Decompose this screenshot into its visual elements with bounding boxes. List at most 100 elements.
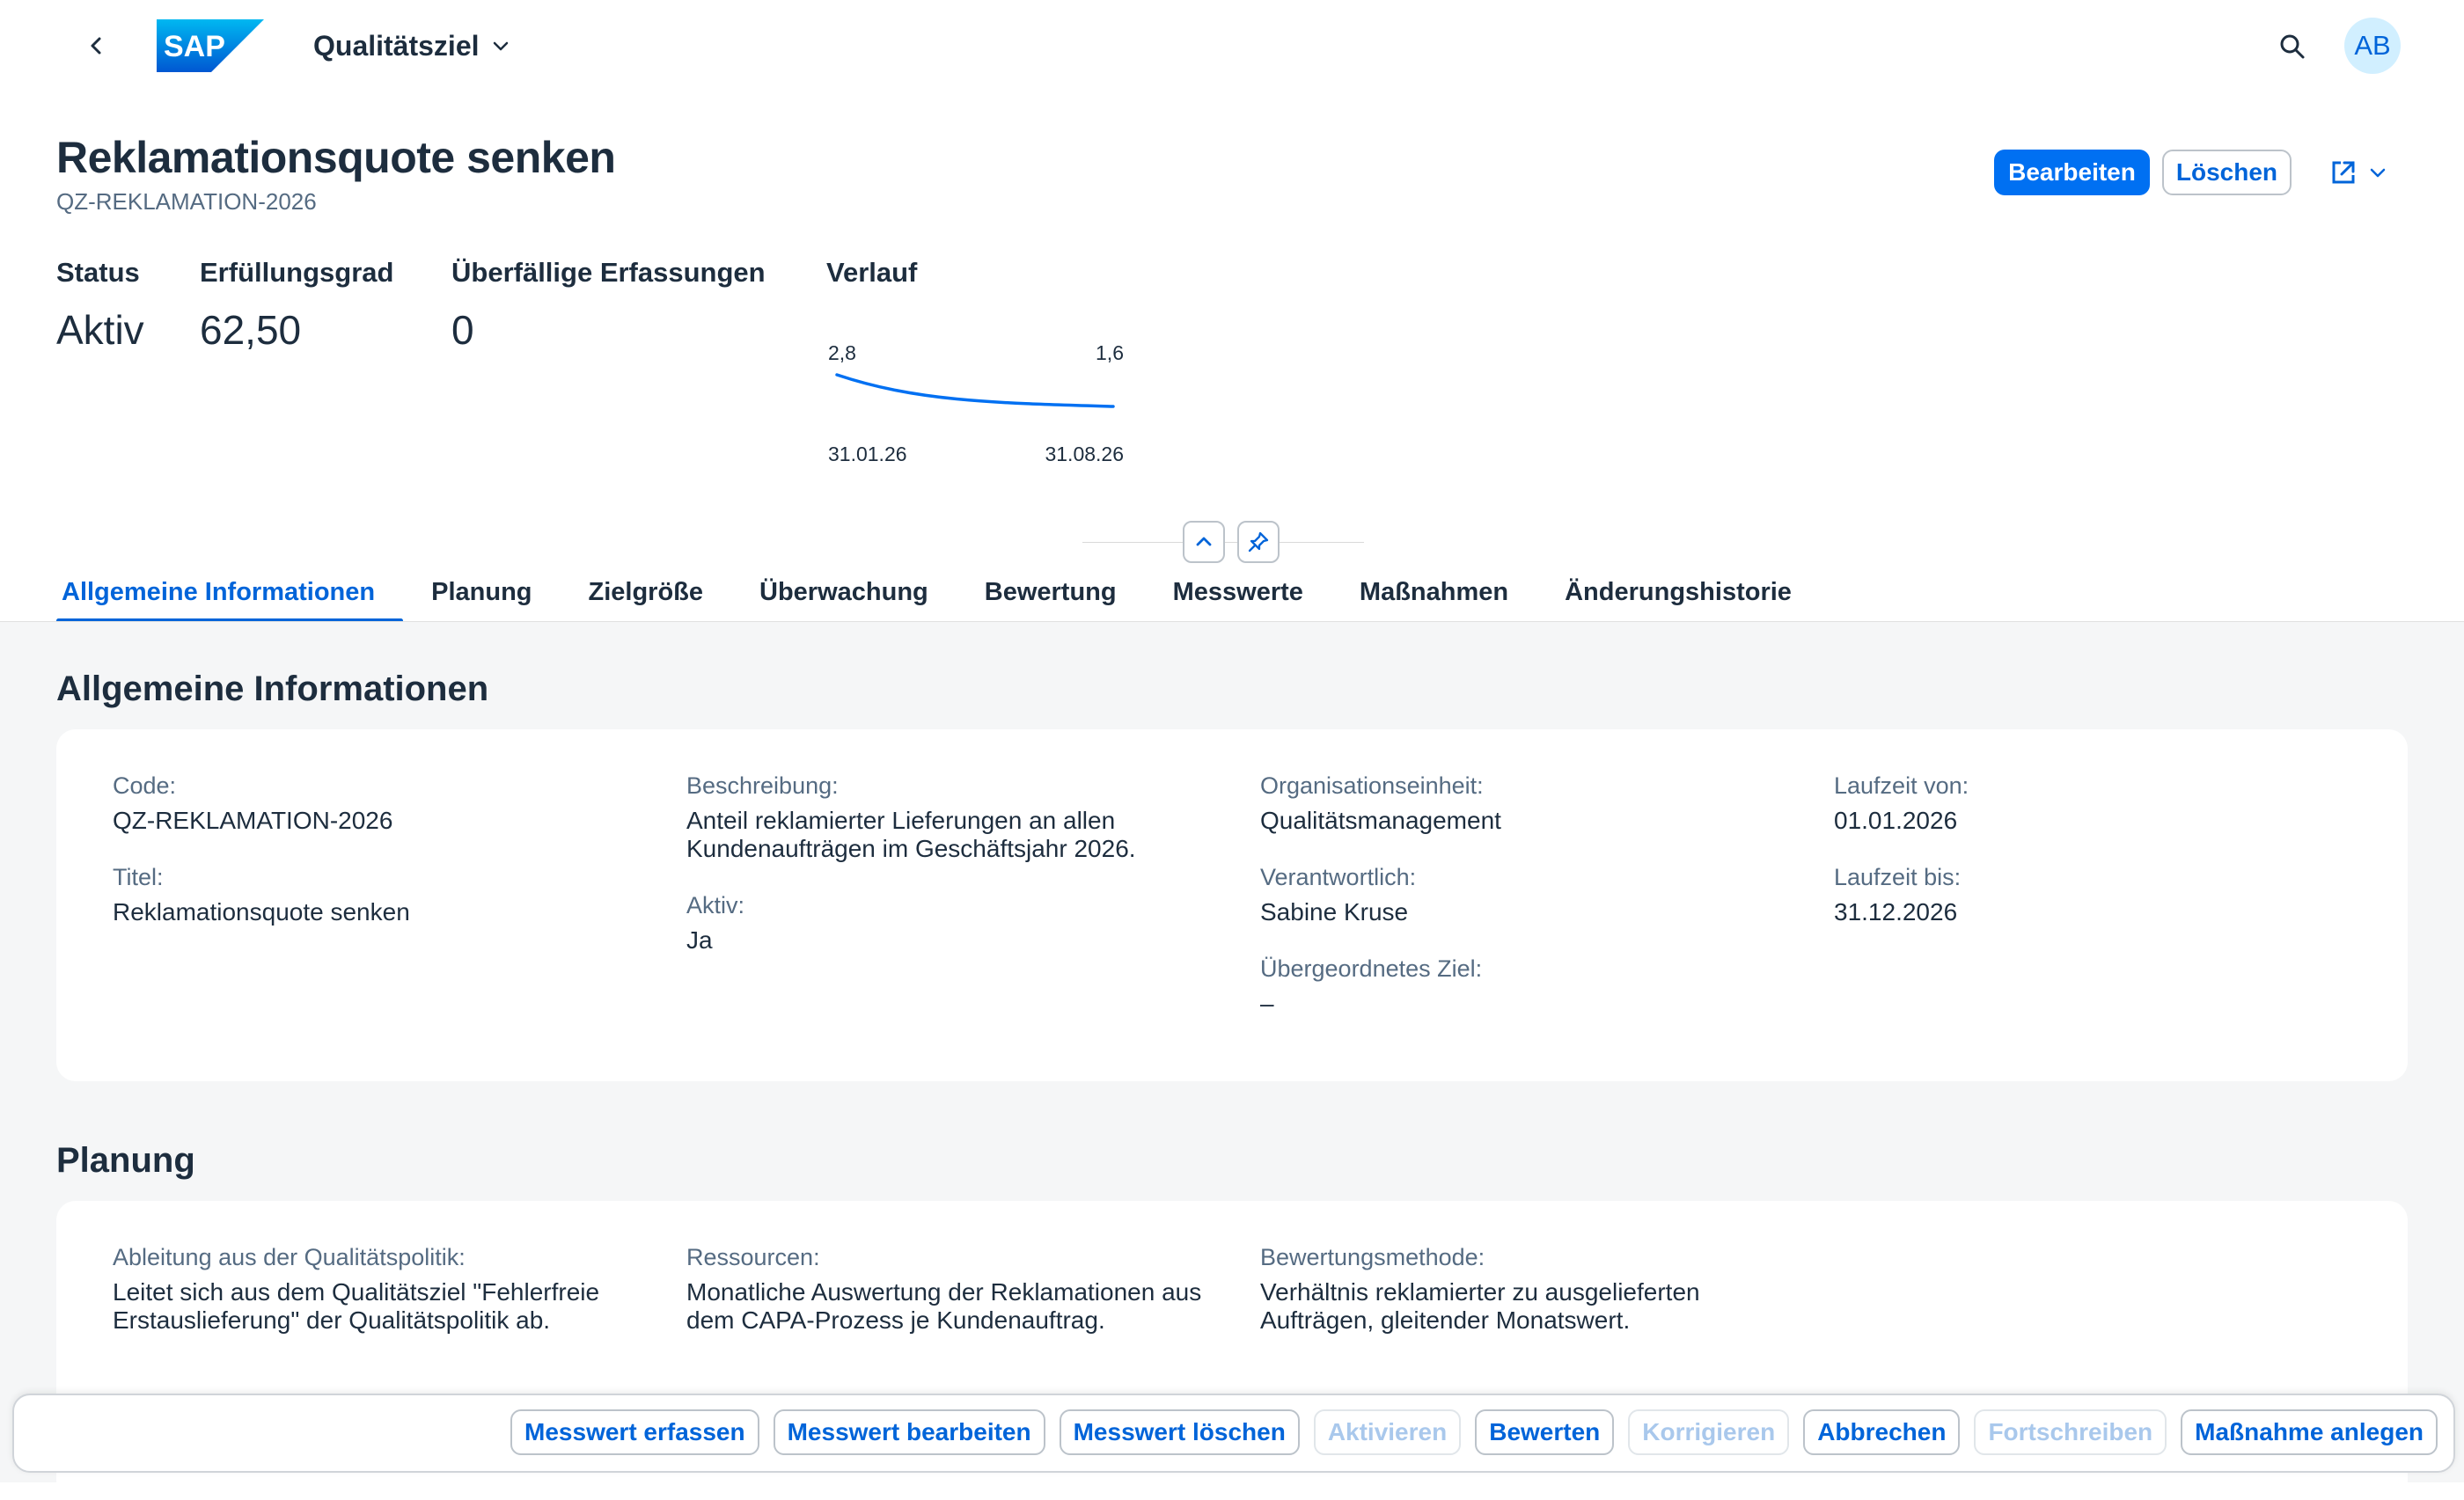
app-title-menu[interactable]: Qualitätsziel xyxy=(313,26,510,65)
page-title: Reklamationsquote senken xyxy=(56,133,616,182)
field-value: 31.12.2026 xyxy=(1834,898,1958,926)
search-icon xyxy=(2280,34,2305,59)
field-title: Titel: Reklamationsquote senken xyxy=(113,863,410,926)
field-label: Organisationseinheit: xyxy=(1260,772,1484,799)
kpi-fulfillment-value: 62,50 xyxy=(200,307,302,353)
field-value: Reklamationsquote senken xyxy=(113,898,410,926)
field-value-line: Leitet sich aus dem Qualitätsziel "Fehle… xyxy=(113,1278,600,1306)
trend-line xyxy=(835,373,1115,408)
field-value: – xyxy=(1260,990,1274,1017)
kpi-status-label: Status xyxy=(56,257,140,288)
tab-actions[interactable]: Maßnahmen xyxy=(1331,563,1536,621)
collapse-header-button[interactable] xyxy=(1183,521,1225,563)
trend-start-value: 2,8 xyxy=(828,341,856,364)
field-value-line: Monatliche Auswertung der Reklamationen … xyxy=(686,1278,1202,1306)
kpi-trend-label: Verlauf xyxy=(826,257,918,288)
trend-start-date: 31.01.26 xyxy=(828,443,907,465)
evaluate-button[interactable]: Bewerten xyxy=(1475,1409,1615,1455)
field-value: Leitet sich aus dem Qualitätsziel "Fehle… xyxy=(113,1278,599,1335)
tab-monitoring[interactable]: Überwachung xyxy=(731,563,957,621)
field-description: Beschreibung: Anteil reklamierter Liefer… xyxy=(686,772,1136,863)
field-value: Anteil reklamierter Lieferungen an allen… xyxy=(686,807,1136,863)
field-parent-goal: Übergeordnetes Ziel: – xyxy=(1260,955,1482,1018)
kpi-status-value: Aktiv xyxy=(56,307,144,353)
tab-target-value[interactable]: Zielgröße xyxy=(561,563,732,621)
field-label: Beschreibung: xyxy=(686,772,839,799)
pin-icon xyxy=(1248,531,1269,552)
delete-measurement-button[interactable]: Messwert löschen xyxy=(1059,1409,1300,1455)
field-label: Laufzeit von: xyxy=(1834,772,1969,799)
pin-header-button[interactable] xyxy=(1237,521,1280,563)
field-label: Laufzeit bis: xyxy=(1834,864,1962,890)
tab-general[interactable]: Allgemeine Informationen xyxy=(56,563,404,623)
trend-sparkline[interactable]: 2,8 1,6 31.01.26 31.08.26 xyxy=(826,310,1126,468)
sap-logo-text: SAP xyxy=(164,30,225,63)
tab-change-history[interactable]: Änderungshistorie xyxy=(1536,563,1820,621)
footer-actions: Messwert erfassen Messwert bearbeiten Me… xyxy=(510,1409,2438,1455)
kpi-overdue-label: Überfällige Erfassungen xyxy=(451,257,766,288)
field-label: Code: xyxy=(113,772,177,799)
avatar[interactable]: AB xyxy=(2344,18,2401,74)
field-value: 01.01.2026 xyxy=(1834,807,1958,834)
field-label: Ressourcen: xyxy=(686,1244,820,1270)
search-button[interactable] xyxy=(2272,26,2313,67)
field-label: Übergeordnetes Ziel: xyxy=(1260,955,1483,982)
kpi-overdue-value: 0 xyxy=(451,307,474,353)
chevron-down-icon xyxy=(2370,168,2386,178)
kpi-fulfillment: Erfüllungsgrad 62,50 xyxy=(200,257,393,354)
delete-button[interactable]: Löschen xyxy=(2161,150,2292,195)
chevron-down-icon xyxy=(493,41,508,51)
field-value-line: Erstauslieferung" der Qualitätspolitik a… xyxy=(113,1306,551,1334)
general-info-card: Code: QZ-REKLAMATION-2026 Titel: Reklama… xyxy=(56,729,2408,1081)
kpi-trend: Verlauf 2,8 1,6 31.01.26 31.08.26 xyxy=(826,257,1124,465)
trend-end-value: 1,6 xyxy=(1096,341,1124,364)
field-code: Code: QZ-REKLAMATION-2026 xyxy=(113,772,392,835)
edit-measurement-button[interactable]: Messwert bearbeiten xyxy=(773,1409,1045,1455)
trend-end-date: 31.08.26 xyxy=(1045,443,1124,465)
tab-evaluation[interactable]: Bewertung xyxy=(957,563,1145,621)
field-value-line: Kundenaufträgen im Geschäftsjahr 2026. xyxy=(686,835,1136,862)
create-measurement-button[interactable]: Messwert erfassen xyxy=(510,1409,759,1455)
field-valid-from: Laufzeit von: 01.01.2026 xyxy=(1834,772,1969,835)
share-menu-button[interactable] xyxy=(2316,150,2399,195)
tab-measurements[interactable]: Messwerte xyxy=(1145,563,1331,621)
back-button[interactable] xyxy=(77,26,116,65)
sap-logo[interactable]: SAP xyxy=(157,19,264,72)
field-value: QZ-REKLAMATION-2026 xyxy=(113,807,393,834)
field-active: Aktiv: Ja xyxy=(686,891,744,955)
field-valid-to: Laufzeit bis: 31.12.2026 xyxy=(1834,863,1961,926)
field-value-line: Verhältnis reklamierter zu ausgelieferte… xyxy=(1260,1278,1700,1306)
share-icon xyxy=(2332,161,2355,184)
field-value: Qualitätsmanagement xyxy=(1260,807,1501,834)
field-value: Sabine Kruse xyxy=(1260,898,1409,926)
field-value-line: Aufträgen, gleitender Monatswert. xyxy=(1260,1306,1631,1334)
kpi-status: Status Aktiv xyxy=(56,257,144,354)
chevron-left-icon xyxy=(91,37,101,55)
shell-bar: SAP Qualitätsziel AB xyxy=(0,0,2464,95)
field-policy-derivation: Ableitung aus der Qualitätspolitik: Leit… xyxy=(113,1243,599,1335)
kpi-fulfillment-label: Erfüllungsgrad xyxy=(200,257,394,288)
footer-toolbar: Messwert erfassen Messwert bearbeiten Me… xyxy=(12,1394,2455,1473)
create-action-button[interactable]: Maßnahme anlegen xyxy=(2181,1409,2438,1455)
field-label: Ableitung aus der Qualitätspolitik: xyxy=(113,1244,466,1270)
kpi-overdue: Überfällige Erfassungen 0 xyxy=(451,257,766,354)
section-title-planning: Planung xyxy=(56,1141,195,1180)
field-label: Bewertungsmethode: xyxy=(1260,1244,1485,1270)
app-title: Qualitätsziel xyxy=(313,29,480,62)
field-resources: Ressourcen: Monatliche Auswertung der Re… xyxy=(686,1243,1201,1335)
continue-button[interactable]: Fortschreiben xyxy=(1974,1409,2167,1455)
activate-button[interactable]: Aktivieren xyxy=(1313,1409,1462,1455)
field-responsible: Verantwortlich: Sabine Kruse xyxy=(1260,863,1416,926)
cancel-button[interactable]: Abbrechen xyxy=(1803,1409,1961,1455)
tab-planning[interactable]: Planung xyxy=(403,563,560,621)
edit-button[interactable]: Bearbeiten xyxy=(1994,150,2150,195)
field-value-line: dem CAPA-Prozess je Kundenauftrag. xyxy=(686,1306,1105,1334)
anchor-bar: Allgemeine Informationen Planung Zielgrö… xyxy=(56,563,1820,623)
field-value: Verhältnis reklamierter zu ausgelieferte… xyxy=(1260,1278,1700,1335)
correct-button[interactable]: Korrigieren xyxy=(1628,1409,1790,1455)
field-org-unit: Organisationseinheit: Qualitätsmanagemen… xyxy=(1260,772,1501,835)
chevron-up-icon xyxy=(1196,537,1212,546)
field-value-line: Anteil reklamierter Lieferungen an allen xyxy=(686,807,1116,834)
content-area[interactable]: Allgemeine Informationen Code: QZ-REKLAM… xyxy=(0,621,2464,1500)
field-value: Ja xyxy=(686,926,713,954)
